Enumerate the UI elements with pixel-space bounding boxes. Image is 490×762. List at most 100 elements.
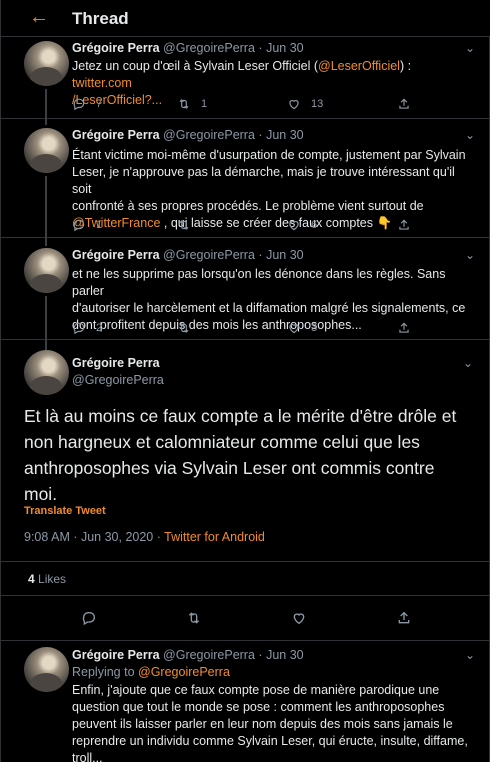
reply-button[interactable]: 7 [72,97,102,111]
retweet-icon [179,220,189,230]
tweet-date[interactable]: Jun 30 [266,128,304,142]
reply-icon [73,219,85,232]
share-button[interactable] [397,321,411,335]
like-count: 6 [311,219,318,231]
avatar[interactable] [24,350,69,395]
tweet-meta: Grégoire Perra @GregoirePerra · Jun 30 [72,248,304,262]
page-title: Thread [72,9,129,28]
tweet-meta: Grégoire Perra @GregoirePerra · Jun 30 [72,41,304,55]
translate-tweet-link[interactable]: Translate Tweet [24,505,106,517]
tweet-text: Et là au moins ce faux compte a le mérit… [24,403,474,507]
text: reprendre un individu comme Sylvain Lese… [72,734,468,748]
tweet-timestamp: 9:08 AM · Jun 30, 2020 · Twitter for And… [24,530,265,544]
author-name[interactable]: Grégoire Perra [72,248,160,262]
text: d'autoriser le harcèlement et la diffama… [72,301,466,315]
tweet-date[interactable]: Jun 30 [266,648,304,662]
reply-icon [73,98,85,111]
author-handle[interactable]: @GregoirePerra [163,248,255,262]
chevron-down-icon[interactable]: ⌄ [463,356,473,370]
retweet-icon[interactable] [186,610,202,626]
chevron-down-icon[interactable]: ⌄ [465,648,475,662]
like-icon [289,100,299,110]
author-handle[interactable]: @GregoirePerra [72,373,164,387]
tweet-date[interactable]: Jun 30 [266,41,304,55]
reply-button[interactable]: 2 [72,321,102,335]
tweet-meta: Grégoire Perra @GregoirePerra · Jun 30 [72,128,304,142]
thread-page: ← Thread Grégoire Perra @GregoirePerra ·… [0,0,490,762]
separator: · [258,128,263,142]
author-handle[interactable]: @GregoirePerra [163,128,255,142]
share-icon [399,219,409,230]
chevron-down-icon[interactable]: ⌄ [465,41,475,55]
like-button[interactable]: 6 [287,218,317,232]
text: question que tout le monde se pose : com… [72,700,445,714]
reply-icon[interactable] [81,610,97,626]
mention-link[interactable]: @GregoirePerra [138,665,230,679]
tweet-actions: 2 3 [72,321,422,337]
thread-connector [45,296,47,340]
thread-connector [45,89,47,119]
url-link[interactable]: twitter.com [72,76,132,90]
author-name[interactable]: Grégoire Perra [72,41,160,55]
avatar[interactable] [24,248,69,293]
replying-to: Replying to @GregoirePerra [72,665,230,679]
thread-connector [45,119,47,125]
like-button[interactable]: 3 [287,321,317,335]
likes-link[interactable]: 4 Likes [28,572,66,586]
thread-connector [45,340,47,350]
like-count: 13 [311,98,324,110]
tweet[interactable]: Grégoire Perra @GregoirePerra · Jun 30 ⌄… [1,238,490,340]
author-handle[interactable]: @GregoirePerra [163,648,255,662]
avatar[interactable] [24,128,69,173]
tweet-actions: 7 1 13 [72,97,422,113]
retweet-button[interactable]: 1 [177,97,207,111]
tweet-meta: Grégoire Perra @GregoirePerra · Jun 30 [72,648,304,662]
share-button[interactable] [397,97,411,111]
separator: · [258,248,263,262]
tweet-actions: 1 6 [72,218,422,234]
text: troll... [72,751,103,762]
retweet-button[interactable] [177,218,201,232]
author-handle[interactable]: @GregoirePerra [163,41,255,55]
avatar[interactable] [24,647,69,692]
tweet[interactable]: Grégoire Perra @GregoirePerra · Jun 30 ⌄… [1,119,490,238]
mention-link[interactable]: @LeserOfficiel [318,59,400,73]
tweet-meta: @GregoirePerra [72,373,164,387]
tweet-date[interactable]: Jun 30 [266,248,304,262]
tweet[interactable]: Grégoire Perra @GregoirePerra · Jun 30 ⌄… [1,37,490,119]
like-icon[interactable] [291,610,307,626]
retweet-icon [179,323,189,333]
author-name[interactable]: Grégoire Perra [72,128,160,142]
thread-connector [45,238,47,246]
source-link[interactable]: Twitter for Android [164,530,265,544]
chevron-down-icon[interactable]: ⌄ [465,248,475,262]
author-name[interactable]: Grégoire Perra [72,356,160,370]
avatar[interactable] [24,41,69,86]
back-arrow-icon[interactable]: ← [29,7,49,27]
share-button[interactable] [397,218,411,232]
reply-count: 1 [96,219,103,231]
timestamp-text[interactable]: 9:08 AM · Jun 30, 2020 · [24,530,164,544]
reply-tweet[interactable]: Grégoire Perra @GregoirePerra · Jun 30 ⌄… [1,641,490,762]
share-icon[interactable] [396,610,412,626]
text: anthroposophes via Sylvain Leser ont com… [24,458,435,478]
tweet-meta: Grégoire Perra [72,356,160,370]
retweet-icon [179,99,189,109]
text: et ne les supprime pas lorsqu'on les dén… [72,267,446,298]
header: ← Thread [1,0,490,37]
text: Leser, je n'approuve pas la démarche, ma… [72,165,455,196]
thread-connector [45,176,47,238]
like-icon [289,324,299,334]
tweet-text: Enfin, j'ajoute que ce faux compte pose … [72,682,474,762]
text: Étant victime moi-même d'usurpation de c… [72,148,466,162]
chevron-down-icon[interactable]: ⌄ [465,128,475,142]
author-name[interactable]: Grégoire Perra [72,648,160,662]
share-icon [399,98,409,109]
retweet-button[interactable] [177,321,201,335]
separator: · [258,648,263,662]
like-icon [289,221,299,231]
reply-button[interactable]: 1 [72,218,102,232]
like-count: 3 [311,322,318,334]
likes-row: 4 Likes [1,561,490,596]
like-button[interactable]: 13 [287,97,323,111]
